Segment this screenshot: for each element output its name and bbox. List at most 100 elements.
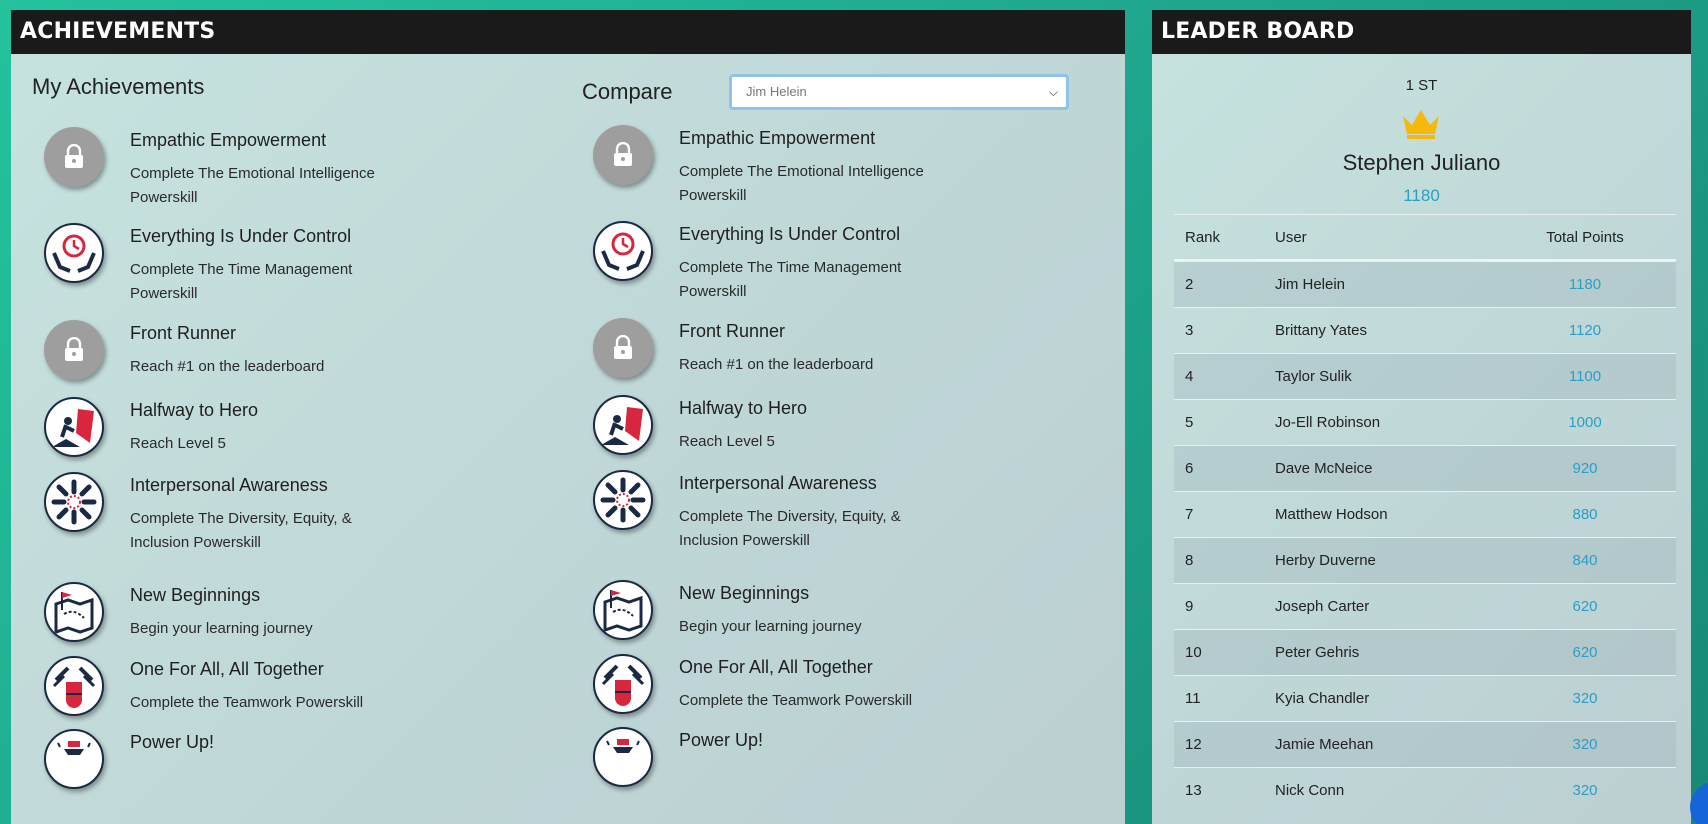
achievement-name: Empathic Empowerment xyxy=(679,128,876,148)
chevron-down-icon: ⌵ xyxy=(1048,85,1058,99)
user-cell: Kyia Chandler xyxy=(1275,690,1370,707)
achievement-description: Complete The Diversity, Equity, & Inclus… xyxy=(130,510,352,551)
achievement-description: Complete The Diversity, Equity, & Inclus… xyxy=(679,508,901,549)
rank-cell: 3 xyxy=(1185,322,1194,339)
achievements-header: ACHIEVEMENTS xyxy=(11,10,1125,54)
table-row: 4 Taylor Sulik 1100 xyxy=(1174,353,1676,399)
points-cell: 840 xyxy=(1572,552,1598,569)
rank-cell: 10 xyxy=(1185,644,1202,661)
rank-cell: 9 xyxy=(1185,598,1194,615)
teamwork-hands-icon xyxy=(44,656,104,716)
power-up-icon xyxy=(593,727,653,787)
leaderboard-panel: LEADER BOARD 1 ST Stephen Juliano 1180 R… xyxy=(1152,10,1691,824)
table-row: 13 Nick Conn 320 xyxy=(1174,767,1676,813)
achievement-description: Reach #1 on the leaderboard xyxy=(130,358,325,375)
rank-cell: 7 xyxy=(1185,506,1194,523)
top-user-points: 1180 xyxy=(1403,186,1440,205)
points-cell: 880 xyxy=(1572,506,1598,523)
compare-user-select[interactable]: Jim Helein ⌵ xyxy=(729,74,1069,110)
chat-launcher-button[interactable] xyxy=(1690,782,1708,824)
user-cell: Taylor Sulik xyxy=(1275,368,1352,385)
top-user-name: Stephen Juliano xyxy=(1342,150,1501,175)
inclusion-hands-icon xyxy=(44,472,104,532)
hero-cape-icon xyxy=(44,397,104,457)
rank-cell: 2 xyxy=(1185,276,1194,293)
achievement-name: One For All, All Together xyxy=(130,659,324,679)
my-achievements-title: My Achievements xyxy=(32,74,205,99)
lock-icon xyxy=(593,125,653,185)
map-flag-icon xyxy=(593,580,653,640)
achievement-name: Front Runner xyxy=(130,323,237,343)
achievement-description: Complete The Emotional Intelligence Powe… xyxy=(130,165,375,206)
points-cell: 920 xyxy=(1572,460,1598,477)
achievement-name: Interpersonal Awareness xyxy=(130,475,328,495)
table-row: 9 Joseph Carter 620 xyxy=(1174,583,1676,629)
column-header-points: Total Points xyxy=(1546,229,1624,246)
map-flag-icon xyxy=(44,582,104,642)
achievement-description: Begin your learning journey xyxy=(130,620,313,637)
points-cell: 1120 xyxy=(1568,322,1602,339)
table-row: 12 Jamie Meehan 320 xyxy=(1174,721,1676,767)
achievement-description: Complete the Teamwork Powerskill xyxy=(679,692,913,709)
column-header-rank: Rank xyxy=(1185,229,1221,246)
points-cell: 320 xyxy=(1572,782,1598,799)
achievement-name: Front Runner xyxy=(679,321,786,341)
leaderboard-table: Rank User Total Points 2 Jim Helein 1180 3 B… xyxy=(1174,214,1676,813)
table-row: 3 Brittany Yates 1120 xyxy=(1174,307,1676,353)
rank-cell: 8 xyxy=(1185,552,1194,569)
achievement-description: Complete The Time Management Powerskill xyxy=(130,261,353,302)
table-row: 10 Peter Gehris 620 xyxy=(1174,629,1676,675)
points-cell: 320 xyxy=(1572,690,1598,707)
rank-cell: 6 xyxy=(1185,460,1194,477)
achievement-description: Reach Level 5 xyxy=(130,435,226,452)
points-cell: 1000 xyxy=(1568,414,1602,431)
achievement-name: Everything Is Under Control xyxy=(130,226,352,246)
user-cell: Jo-Ell Robinson xyxy=(1275,414,1381,431)
teamwork-hands-icon xyxy=(593,654,653,714)
user-cell: Jim Helein xyxy=(1275,276,1346,293)
user-cell: Nick Conn xyxy=(1275,782,1345,799)
leaderboard-rows: 2 Jim Helein 1180 3 Brittany Yates 1120 4 Taylo… xyxy=(1174,261,1676,813)
table-row: 5 Jo-Ell Robinson 1000 xyxy=(1174,399,1676,445)
achievement-name: New Beginnings xyxy=(130,585,261,605)
table-header-row: Rank User Total Points xyxy=(1174,214,1676,261)
achievement-description: Complete The Time Management Powerskill xyxy=(679,259,902,300)
user-cell: Matthew Hodson xyxy=(1275,506,1388,523)
rank-cell: 4 xyxy=(1185,368,1194,385)
user-cell: Brittany Yates xyxy=(1275,322,1367,339)
achievement-name: Power Up! xyxy=(130,732,215,752)
crown-icon xyxy=(1403,110,1439,139)
achievement-name: Halfway to Hero xyxy=(679,398,808,418)
table-row: 11 Kyia Chandler 320 xyxy=(1174,675,1676,721)
compare-selected-value: Jim Helein xyxy=(746,84,807,99)
clock-hands-icon xyxy=(593,221,653,281)
achievement-name: Power Up! xyxy=(679,730,764,750)
points-cell: 620 xyxy=(1572,644,1598,661)
inclusion-hands-icon xyxy=(593,470,653,530)
points-cell: 320 xyxy=(1572,736,1598,753)
lock-icon xyxy=(44,320,104,380)
achievement-description: Reach Level 5 xyxy=(679,433,775,450)
table-row: 7 Matthew Hodson 880 xyxy=(1174,491,1676,537)
achievement-description: Reach #1 on the leaderboard xyxy=(679,356,874,373)
achievement-name: Everything Is Under Control xyxy=(679,224,901,244)
rank-cell: 5 xyxy=(1185,414,1194,431)
power-up-icon xyxy=(44,729,104,789)
achievement-name: Halfway to Hero xyxy=(130,400,259,420)
table-row: 8 Herby Duverne 840 xyxy=(1174,537,1676,583)
achievement-description: Begin your learning journey xyxy=(679,618,862,635)
points-cell: 620 xyxy=(1572,598,1598,615)
points-cell: 1180 xyxy=(1568,276,1602,293)
achievement-description: Complete the Teamwork Powerskill xyxy=(130,694,364,711)
hero-cape-icon xyxy=(593,395,653,455)
column-header-user: User xyxy=(1275,229,1307,246)
achievement-name: Interpersonal Awareness xyxy=(679,473,877,493)
achievements-panel: ACHIEVEMENTS My Achievements Compare Jim… xyxy=(11,10,1125,824)
clock-hands-icon xyxy=(44,223,104,283)
rank-cell: 13 xyxy=(1185,782,1202,799)
first-place-label: 1 ST xyxy=(1405,77,1438,94)
achievement-name: One For All, All Together xyxy=(679,657,873,677)
points-cell: 1100 xyxy=(1568,368,1602,385)
table-row: 2 Jim Helein 1180 xyxy=(1174,261,1676,307)
leaderboard-header: LEADER BOARD xyxy=(1152,10,1691,54)
